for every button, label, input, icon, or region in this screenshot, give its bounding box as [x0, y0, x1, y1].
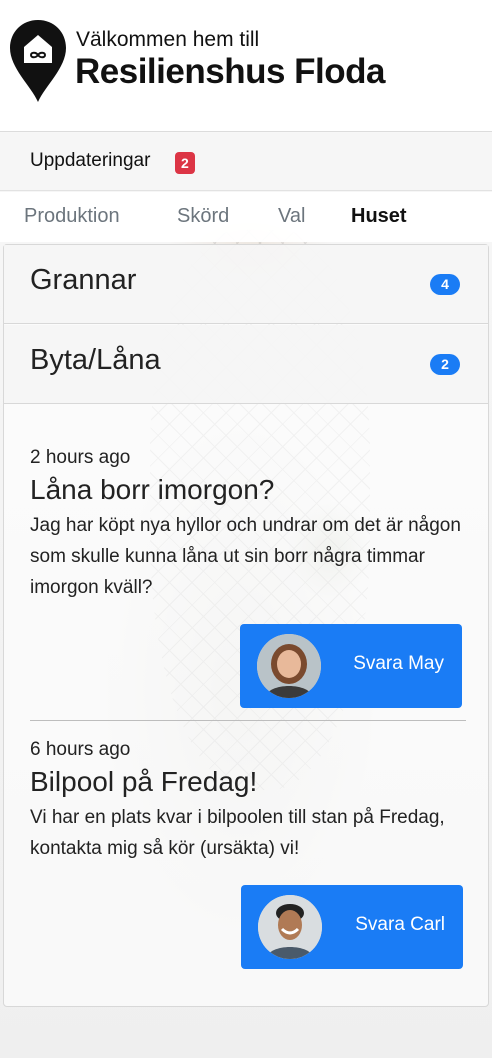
updates-count-badge: 2	[175, 152, 195, 174]
updates-bar[interactable]: Uppdateringar 2	[0, 133, 492, 191]
woman-avatar-icon	[257, 634, 321, 698]
post-timestamp: 2 hours ago	[30, 447, 131, 468]
updates-label: Uppdateringar	[30, 150, 151, 171]
post-item: 6 hours ago Bilpool på Fredag! Vi har en…	[30, 739, 466, 864]
group-label: Byta/Låna	[30, 344, 161, 376]
reply-label: Svara Carl	[355, 914, 445, 935]
site-title: Resilienshus Floda	[75, 52, 385, 91]
post-item: 2 hours ago Låna borr imorgon? Jag har k…	[30, 447, 466, 603]
group-item-grannar[interactable]: Grannar 4	[4, 245, 488, 324]
feed-panel: Grannar 4 Byta/Låna 2 2 hours ago Låna b…	[3, 244, 489, 1007]
tab-val[interactable]: Val	[278, 205, 305, 228]
reply-label: Svara May	[353, 653, 444, 674]
house-pin-logo-icon	[10, 20, 66, 102]
post-timestamp: 6 hours ago	[30, 739, 131, 760]
post-body: Vi har en plats kvar i bilpoolen till st…	[30, 807, 445, 859]
tab-skord[interactable]: Skörd	[177, 205, 229, 228]
app-header: Välkommen hem till Resilienshus Floda	[0, 0, 492, 132]
group-label: Grannar	[30, 264, 137, 296]
category-tabs: Produktion Skörd Val Huset	[0, 192, 492, 242]
reply-may-button[interactable]: Svara May	[240, 624, 462, 708]
group-count-badge: 4	[430, 274, 460, 295]
tab-huset[interactable]: Huset	[351, 205, 407, 228]
reply-carl-button[interactable]: Svara Carl	[241, 885, 463, 969]
welcome-text: Välkommen hem till	[76, 28, 260, 51]
avatar-carl	[258, 895, 322, 959]
tab-produktion[interactable]: Produktion	[24, 205, 120, 228]
avatar-may	[257, 634, 321, 698]
post-title: Bilpool på Fredag!	[30, 766, 258, 797]
post-body: Jag har köpt nya hyllor och undrar om de…	[30, 515, 461, 598]
post-divider	[30, 720, 466, 721]
group-count-badge: 2	[430, 354, 460, 375]
group-item-byta-lana[interactable]: Byta/Låna 2	[4, 325, 488, 404]
post-title: Låna borr imorgon?	[30, 474, 275, 505]
man-avatar-icon	[258, 895, 322, 959]
